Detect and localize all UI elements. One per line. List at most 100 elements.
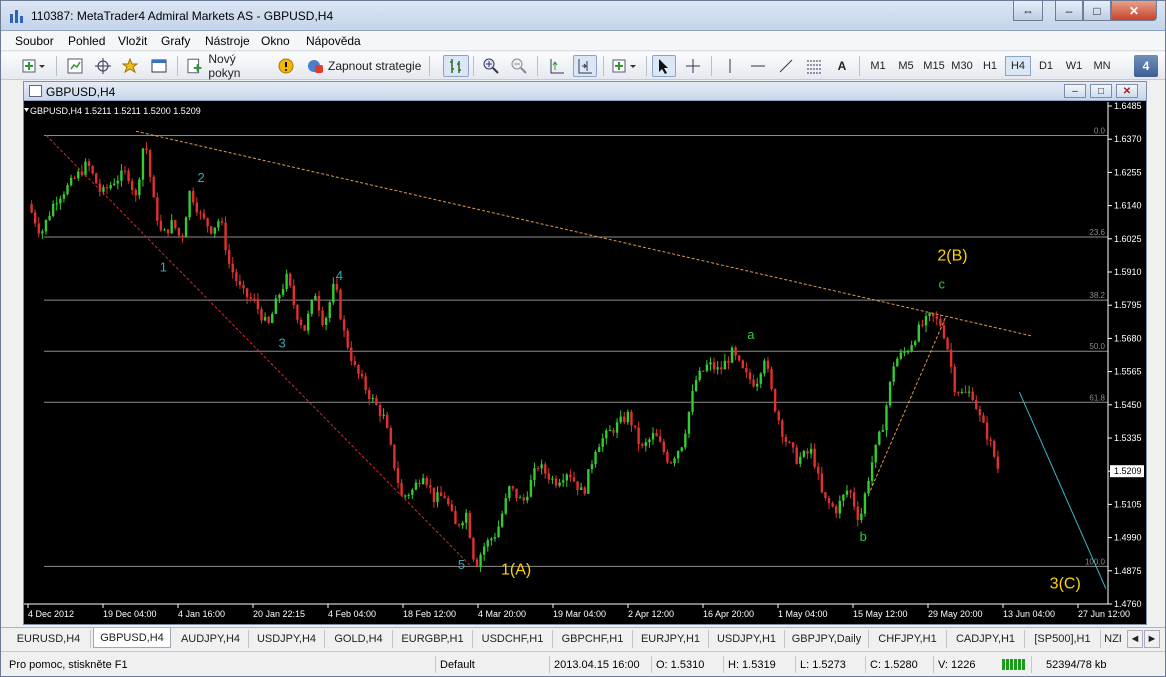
menu-help[interactable]: Nápověda bbox=[306, 34, 361, 48]
timeframe-w1[interactable]: W1 bbox=[1061, 56, 1087, 76]
indicators-icon[interactable] bbox=[610, 55, 640, 77]
candle-body bbox=[353, 361, 357, 365]
candle-body bbox=[296, 304, 299, 320]
tab-eurusd-h4[interactable]: EURUSD,H4 bbox=[7, 630, 91, 648]
candle-body bbox=[856, 506, 859, 520]
tab-usdchf-h1[interactable]: USDCHF,H1 bbox=[473, 630, 553, 648]
tab-gbpjpy-daily[interactable]: GBPJPY,Daily bbox=[785, 630, 869, 648]
timeframe-m15[interactable]: M15 bbox=[921, 56, 947, 76]
tab-eurgbp-h1[interactable]: EURGBP,H1 bbox=[393, 630, 473, 648]
price-tick-label: 1.5335 bbox=[1114, 433, 1142, 443]
menu-view[interactable]: Pohled bbox=[68, 34, 105, 48]
candle-body bbox=[328, 302, 331, 318]
candle-body bbox=[730, 347, 734, 363]
new-chart-icon[interactable] bbox=[19, 55, 49, 77]
status-profile[interactable]: Default bbox=[435, 656, 549, 673]
crosshair-navigator-icon[interactable] bbox=[91, 55, 115, 77]
timeframe-m5[interactable]: M5 bbox=[893, 56, 919, 76]
timeframe-mn[interactable]: MN bbox=[1089, 56, 1115, 76]
candle-body bbox=[188, 190, 191, 218]
timeframe-h4[interactable]: H4 bbox=[1005, 56, 1031, 76]
tab-usdjpy-h1[interactable]: USDJPY,H1 bbox=[709, 630, 785, 648]
metatrader-window: 110387: MetaTrader4 Admiral Markets AS -… bbox=[0, 0, 1166, 677]
new-order-button[interactable]: Nový pokyn bbox=[184, 52, 270, 80]
candle-body bbox=[482, 546, 486, 555]
trendline-icon[interactable] bbox=[775, 55, 797, 77]
candle-body bbox=[903, 351, 906, 353]
candle-body bbox=[709, 362, 712, 365]
candle-body bbox=[885, 405, 888, 431]
candle-body bbox=[447, 498, 450, 505]
zoom-in-icon[interactable] bbox=[479, 55, 503, 77]
warning-expert-icon[interactable] bbox=[275, 55, 297, 77]
candle-body bbox=[554, 478, 558, 486]
candle-body bbox=[199, 212, 202, 214]
candle-body bbox=[127, 170, 130, 182]
close-button[interactable]: ✕ bbox=[1111, 1, 1157, 21]
terminal-window-icon[interactable] bbox=[147, 55, 171, 77]
candle-body bbox=[475, 559, 479, 567]
timeframe-m1[interactable]: M1 bbox=[865, 56, 891, 76]
text-tool-button[interactable]: A bbox=[831, 55, 853, 77]
autoscroll-icon[interactable] bbox=[545, 55, 569, 77]
chart-minimize-button[interactable]: – bbox=[1064, 84, 1086, 98]
timeframe-d1[interactable]: D1 bbox=[1033, 56, 1059, 76]
tab-usdjpy-h4[interactable]: USDJPY,H4 bbox=[249, 630, 325, 648]
chart-close-button[interactable]: ✕ bbox=[1116, 84, 1138, 98]
candle-body bbox=[314, 295, 317, 300]
horizontal-line-icon[interactable] bbox=[747, 55, 769, 77]
tab-gold-h4[interactable]: GOLD,H4 bbox=[325, 630, 393, 648]
tab-gbpusd-h4[interactable]: GBPUSD,H4 bbox=[93, 628, 171, 648]
candle-body bbox=[648, 439, 651, 443]
toggle-strategies-button[interactable]: Zapnout strategie bbox=[303, 55, 423, 77]
zoom-out-icon[interactable] bbox=[507, 55, 531, 77]
wave-label: 3 bbox=[279, 335, 286, 350]
tab-scroll-right-icon[interactable]: ► bbox=[1144, 630, 1160, 648]
cursor-arrow-icon[interactable] bbox=[652, 55, 676, 77]
minimize-button[interactable]: – bbox=[1055, 1, 1083, 21]
window-count-badge[interactable]: 4 bbox=[1134, 55, 1158, 77]
chart-restore-button[interactable]: □ bbox=[1090, 84, 1112, 98]
favorites-star-icon[interactable] bbox=[119, 55, 143, 77]
tab-sp500-h1[interactable]: [SP500],H1 bbox=[1025, 630, 1101, 648]
fibonacci-icon[interactable] bbox=[803, 55, 825, 77]
crosshair-icon[interactable] bbox=[681, 55, 705, 77]
candle-body bbox=[669, 462, 673, 464]
maximize-button[interactable]: □ bbox=[1083, 1, 1111, 21]
menu-tools[interactable]: Nástroje bbox=[205, 34, 250, 48]
menu-charts[interactable]: Grafy bbox=[161, 34, 190, 48]
candle-body bbox=[69, 177, 73, 186]
candle-body bbox=[734, 347, 737, 356]
time-tick-label: 4 Mar 20:00 bbox=[478, 609, 526, 619]
candle-body bbox=[231, 263, 234, 273]
candle-body bbox=[533, 468, 536, 481]
status-traffic: 52394/78 kb bbox=[1031, 656, 1161, 673]
tab-scroll-left-icon[interactable]: ◄ bbox=[1127, 630, 1143, 648]
chart-shift-icon[interactable] bbox=[573, 55, 597, 77]
tab-audjpy-h4[interactable]: AUDJPY,H4 bbox=[173, 630, 249, 648]
window-title-bar[interactable]: 110387: MetaTrader4 Admiral Markets AS -… bbox=[1, 1, 1165, 31]
menu-window[interactable]: Okno bbox=[261, 34, 290, 48]
vertical-line-icon[interactable] bbox=[719, 55, 741, 77]
bar-chart-icon[interactable] bbox=[443, 55, 469, 77]
price-tick-label: 1.5450 bbox=[1114, 400, 1142, 410]
restore-icon[interactable]: ⇔ bbox=[1013, 1, 1043, 21]
candle-body bbox=[831, 503, 834, 507]
tab-nzi[interactable]: NZI bbox=[1101, 630, 1125, 648]
tab-cadjpy-h1[interactable]: CADJPY,H1 bbox=[947, 630, 1025, 648]
menu-insert[interactable]: Vložit bbox=[118, 34, 147, 48]
candle-body bbox=[540, 464, 543, 469]
candle-body bbox=[727, 360, 730, 363]
chart-title-bar[interactable]: GBPUSD,H4 – □ ✕ bbox=[24, 82, 1146, 101]
timeframe-h1[interactable]: H1 bbox=[977, 56, 1003, 76]
tab-chfjpy-h1[interactable]: CHFJPY,H1 bbox=[869, 630, 947, 648]
tab-gbpchf-h1[interactable]: GBPCHF,H1 bbox=[553, 630, 633, 648]
timeframe-m30[interactable]: M30 bbox=[949, 56, 975, 76]
menu-file[interactable]: Soubor bbox=[15, 34, 54, 48]
tab-eurjpy-h1[interactable]: EURJPY,H1 bbox=[633, 630, 709, 648]
price-chart[interactable]: 0.023.638.250.061.8100.0 12345 1(A)abc2(B… bbox=[24, 102, 1146, 624]
candle-body bbox=[339, 289, 342, 320]
market-watch-icon[interactable] bbox=[63, 55, 87, 77]
price-tick-label: 1.6140 bbox=[1114, 201, 1142, 211]
candle-body bbox=[565, 474, 568, 481]
